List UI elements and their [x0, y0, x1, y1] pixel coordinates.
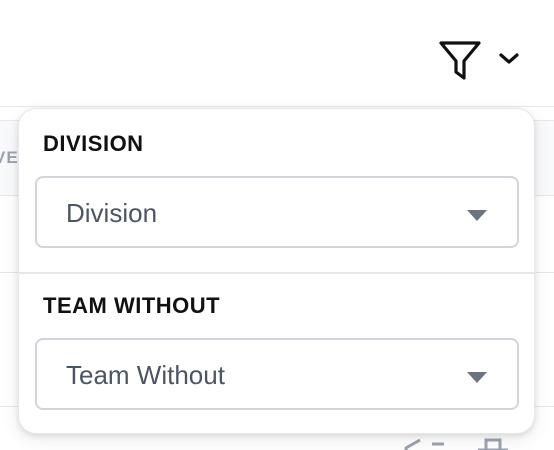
filter-toggle-button[interactable] [432, 36, 532, 86]
division-select-value: Division [66, 198, 158, 228]
table-header-label: VE [0, 148, 19, 167]
team-without-select[interactable]: Team Without [35, 338, 519, 410]
caret-down-icon [467, 210, 487, 221]
panel-divider [19, 272, 536, 274]
page: VE DIVISION Division TEAM WITHOUT Team W… [0, 0, 554, 450]
division-select[interactable]: Division [35, 176, 519, 248]
toolbar-divider [0, 106, 554, 107]
filter-funnel-icon [439, 41, 481, 80]
caret-down-icon [467, 372, 487, 383]
division-label: DIVISION [43, 131, 144, 156]
team-without-label: TEAM WITHOUT [43, 293, 221, 318]
row-action-icons [404, 438, 508, 450]
chevron-down-icon [499, 53, 519, 64]
team-without-select-value: Team Without [66, 360, 225, 390]
filter-dropdown-panel: DIVISION Division TEAM WITHOUT Team With… [18, 108, 536, 434]
